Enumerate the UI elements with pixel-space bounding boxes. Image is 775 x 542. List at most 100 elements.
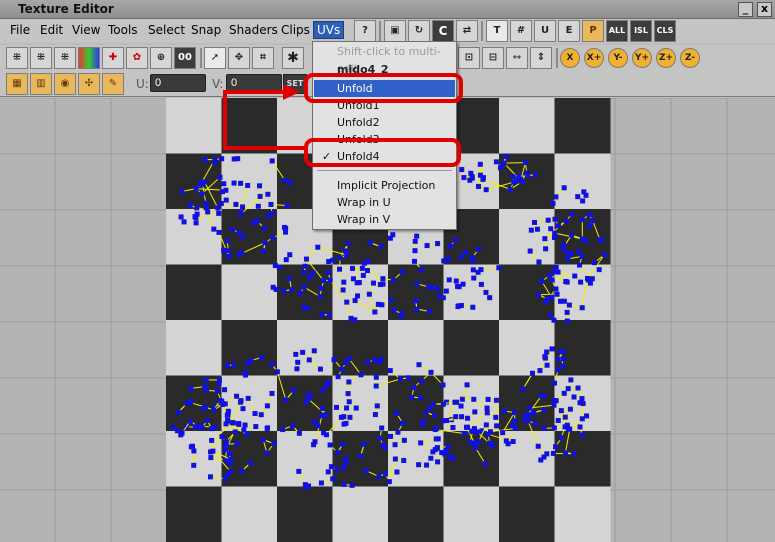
uv-point[interactable] <box>312 419 318 425</box>
uv-point[interactable] <box>319 312 325 318</box>
uv-point[interactable] <box>302 263 308 269</box>
select-cluster-button[interactable]: CLS <box>654 20 676 42</box>
uv-point[interactable] <box>589 276 595 282</box>
uv-point[interactable] <box>372 412 378 418</box>
u-field[interactable] <box>150 74 206 92</box>
uv-point[interactable] <box>532 172 538 178</box>
uv-point[interactable] <box>221 181 227 187</box>
uv-point[interactable] <box>453 278 459 284</box>
vertex-snap-icon[interactable]: ⁜ <box>6 47 28 69</box>
uv-point[interactable] <box>270 284 276 290</box>
uv-point[interactable] <box>231 156 237 162</box>
uv-point[interactable] <box>561 185 567 191</box>
uv-point[interactable] <box>583 192 589 198</box>
uv-point[interactable] <box>548 226 554 232</box>
uv-point[interactable] <box>426 284 432 290</box>
uv-point[interactable] <box>222 476 228 482</box>
uv-point[interactable] <box>552 216 558 222</box>
uv-point[interactable] <box>317 366 323 372</box>
axis-y-minus-button[interactable]: Y- <box>608 48 628 68</box>
uv-point[interactable] <box>545 217 551 223</box>
uv-point[interactable] <box>474 429 480 435</box>
uv-point[interactable] <box>202 404 208 410</box>
uv-point[interactable] <box>539 278 545 284</box>
uv-point[interactable] <box>482 461 488 467</box>
uv-point[interactable] <box>321 278 327 284</box>
uv-point[interactable] <box>194 205 200 211</box>
uv-point[interactable] <box>563 279 569 285</box>
uv-point[interactable] <box>500 430 506 436</box>
uv-point[interactable] <box>240 406 246 412</box>
uv-point[interactable] <box>529 370 535 376</box>
uv-point[interactable] <box>340 287 346 293</box>
uv-point[interactable] <box>551 317 557 323</box>
uv-point[interactable] <box>253 424 259 430</box>
uv-point[interactable] <box>225 363 231 369</box>
uv-point[interactable] <box>575 194 581 200</box>
uv-point[interactable] <box>455 283 461 289</box>
uv-point[interactable] <box>525 418 531 424</box>
uv-point[interactable] <box>424 462 430 468</box>
uv-point[interactable] <box>394 469 400 475</box>
color-map-icon[interactable] <box>78 47 100 69</box>
stamp-icon[interactable]: ⊕ <box>150 47 172 69</box>
uv-point[interactable] <box>551 234 557 240</box>
uv-point[interactable] <box>550 200 556 206</box>
u-snap-icon[interactable]: U <box>534 20 556 42</box>
uv-point[interactable] <box>219 189 225 195</box>
uv-point[interactable] <box>528 227 534 233</box>
uv-point[interactable] <box>391 307 397 313</box>
uv-point[interactable] <box>364 268 370 274</box>
uv-point[interactable] <box>467 177 473 183</box>
uv-point[interactable] <box>223 446 229 452</box>
uv-point[interactable] <box>590 218 596 224</box>
uv-point[interactable] <box>522 160 528 166</box>
cylinder-icon[interactable]: ▥ <box>30 73 52 95</box>
uv-point[interactable] <box>542 236 548 242</box>
uv-point[interactable] <box>284 203 290 209</box>
uv-point[interactable] <box>349 482 355 488</box>
uv-point[interactable] <box>204 417 210 423</box>
uv-point[interactable] <box>493 159 499 165</box>
edge-snap-icon[interactable]: ⁜ <box>30 47 52 69</box>
uv-point[interactable] <box>477 161 483 167</box>
uv-point[interactable] <box>462 249 468 255</box>
uv-point[interactable] <box>311 348 317 354</box>
uv-point[interactable] <box>428 455 434 461</box>
uv-point[interactable] <box>579 253 585 259</box>
uv-point[interactable] <box>328 464 334 470</box>
uv-point[interactable] <box>483 289 489 295</box>
uv-point[interactable] <box>188 385 194 391</box>
uv-point[interactable] <box>564 309 570 315</box>
uv-point[interactable] <box>343 460 349 466</box>
menu-item-implicit-projection[interactable]: Implicit Projection <box>314 177 455 194</box>
uv-point[interactable] <box>223 441 229 447</box>
uv-point[interactable] <box>390 232 396 238</box>
uv-point[interactable] <box>552 230 558 236</box>
uv-point[interactable] <box>317 294 323 300</box>
uv-point[interactable] <box>340 441 346 447</box>
uv-point[interactable] <box>532 219 538 225</box>
uv-point[interactable] <box>592 260 598 266</box>
uv-point[interactable] <box>236 421 242 427</box>
uv-point[interactable] <box>187 202 193 208</box>
uv-point[interactable] <box>372 357 378 363</box>
uv-point[interactable] <box>324 382 330 388</box>
uv-point[interactable] <box>283 229 289 235</box>
uv-point[interactable] <box>283 257 289 263</box>
sphere-icon[interactable]: ◉ <box>54 73 76 95</box>
uv-point[interactable] <box>459 167 465 173</box>
uv-point[interactable] <box>414 306 420 312</box>
uv-point[interactable] <box>458 254 464 260</box>
uv-point[interactable] <box>578 279 584 285</box>
uv-point[interactable] <box>543 246 549 252</box>
uv-point[interactable] <box>344 252 350 258</box>
uv-point[interactable] <box>435 436 441 442</box>
uv-point[interactable] <box>252 411 258 417</box>
uv-point[interactable] <box>325 270 331 276</box>
uv-point[interactable] <box>470 258 476 264</box>
uv-point[interactable] <box>242 369 248 375</box>
uv-point[interactable] <box>512 418 518 424</box>
uv-point[interactable] <box>398 376 404 382</box>
uv-point[interactable] <box>265 191 271 197</box>
